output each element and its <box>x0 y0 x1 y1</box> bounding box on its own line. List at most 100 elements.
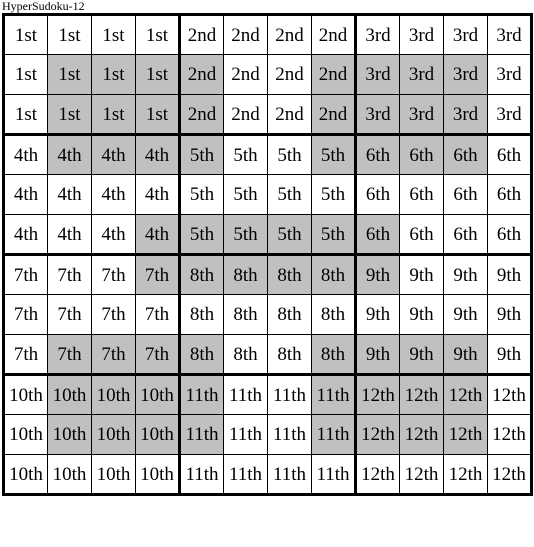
sudoku-cell[interactable]: 3rd <box>355 54 400 95</box>
sudoku-cell[interactable]: 5th <box>179 134 224 175</box>
sudoku-cell[interactable]: 6th <box>443 174 488 215</box>
sudoku-cell[interactable]: 8th <box>223 294 268 335</box>
sudoku-cell[interactable]: 9th <box>399 334 444 376</box>
sudoku-cell[interactable]: 3rd <box>487 13 533 55</box>
sudoku-cell[interactable]: 3rd <box>399 54 444 95</box>
sudoku-cell[interactable]: 3rd <box>487 94 533 136</box>
sudoku-cell[interactable]: 8th <box>179 334 224 376</box>
sudoku-cell[interactable]: 1st <box>91 13 136 55</box>
sudoku-cell[interactable]: 9th <box>487 334 533 376</box>
sudoku-cell[interactable]: 10th <box>135 414 181 455</box>
sudoku-cell[interactable]: 8th <box>311 294 357 335</box>
sudoku-cell[interactable]: 8th <box>311 334 357 376</box>
sudoku-cell[interactable]: 11th <box>311 374 357 415</box>
sudoku-cell[interactable]: 3rd <box>443 54 488 95</box>
sudoku-cell[interactable]: 2nd <box>179 13 224 55</box>
sudoku-cell[interactable]: 7th <box>135 294 181 335</box>
sudoku-cell[interactable]: 4th <box>2 214 48 256</box>
sudoku-cell[interactable]: 3rd <box>355 13 400 55</box>
sudoku-cell[interactable]: 12th <box>399 454 444 496</box>
sudoku-cell[interactable]: 5th <box>267 214 312 256</box>
sudoku-cell[interactable]: 2nd <box>179 54 224 95</box>
sudoku-cell[interactable]: 5th <box>179 214 224 256</box>
sudoku-cell[interactable]: 2nd <box>223 54 268 95</box>
sudoku-cell[interactable]: 1st <box>2 13 48 55</box>
sudoku-cell[interactable]: 2nd <box>311 94 357 136</box>
sudoku-cell[interactable]: 9th <box>355 254 400 295</box>
sudoku-cell[interactable]: 9th <box>443 294 488 335</box>
sudoku-cell[interactable]: 2nd <box>179 94 224 136</box>
sudoku-cell[interactable]: 7th <box>47 334 92 376</box>
sudoku-cell[interactable]: 4th <box>135 134 181 175</box>
sudoku-cell[interactable]: 2nd <box>311 13 357 55</box>
sudoku-cell[interactable]: 6th <box>443 134 488 175</box>
sudoku-cell[interactable]: 10th <box>47 414 92 455</box>
sudoku-cell[interactable]: 3rd <box>399 94 444 136</box>
sudoku-cell[interactable]: 2nd <box>223 94 268 136</box>
sudoku-cell[interactable]: 4th <box>135 174 181 215</box>
sudoku-cell[interactable]: 5th <box>179 174 224 215</box>
sudoku-cell[interactable]: 9th <box>399 254 444 295</box>
sudoku-cell[interactable]: 5th <box>223 214 268 256</box>
sudoku-cell[interactable]: 7th <box>2 254 48 295</box>
sudoku-cell[interactable]: 8th <box>267 294 312 335</box>
sudoku-cell[interactable]: 9th <box>399 294 444 335</box>
sudoku-cell[interactable]: 7th <box>2 334 48 376</box>
sudoku-cell[interactable]: 5th <box>311 174 357 215</box>
sudoku-cell[interactable]: 10th <box>2 454 48 496</box>
sudoku-cell[interactable]: 10th <box>135 374 181 415</box>
sudoku-cell[interactable]: 4th <box>2 134 48 175</box>
sudoku-cell[interactable]: 7th <box>2 294 48 335</box>
sudoku-cell[interactable]: 11th <box>223 374 268 415</box>
sudoku-cell[interactable]: 1st <box>47 13 92 55</box>
sudoku-cell[interactable]: 7th <box>47 254 92 295</box>
sudoku-cell[interactable]: 1st <box>91 54 136 95</box>
sudoku-cell[interactable]: 8th <box>223 334 268 376</box>
sudoku-cell[interactable]: 11th <box>223 454 268 496</box>
sudoku-cell[interactable]: 5th <box>311 134 357 175</box>
sudoku-cell[interactable]: 5th <box>223 134 268 175</box>
sudoku-cell[interactable]: 12th <box>399 414 444 455</box>
sudoku-cell[interactable]: 2nd <box>311 54 357 95</box>
sudoku-cell[interactable]: 2nd <box>267 94 312 136</box>
sudoku-cell[interactable]: 11th <box>179 414 224 455</box>
sudoku-cell[interactable]: 10th <box>91 414 136 455</box>
sudoku-cell[interactable]: 12th <box>487 454 533 496</box>
sudoku-cell[interactable]: 1st <box>135 54 181 95</box>
sudoku-cell[interactable]: 4th <box>47 174 92 215</box>
sudoku-cell[interactable]: 4th <box>91 174 136 215</box>
sudoku-cell[interactable]: 5th <box>223 174 268 215</box>
sudoku-cell[interactable]: 1st <box>2 54 48 95</box>
sudoku-cell[interactable]: 12th <box>355 414 400 455</box>
sudoku-cell[interactable]: 10th <box>2 414 48 455</box>
sudoku-cell[interactable]: 4th <box>135 214 181 256</box>
sudoku-cell[interactable]: 4th <box>47 214 92 256</box>
sudoku-cell[interactable]: 7th <box>135 334 181 376</box>
sudoku-cell[interactable]: 3rd <box>355 94 400 136</box>
sudoku-cell[interactable]: 7th <box>91 294 136 335</box>
sudoku-cell[interactable]: 11th <box>267 374 312 415</box>
sudoku-cell[interactable]: 4th <box>91 214 136 256</box>
sudoku-cell[interactable]: 8th <box>179 294 224 335</box>
sudoku-cell[interactable]: 1st <box>47 94 92 136</box>
sudoku-cell[interactable]: 10th <box>47 374 92 415</box>
sudoku-cell[interactable]: 2nd <box>267 54 312 95</box>
sudoku-cell[interactable]: 8th <box>311 254 357 295</box>
sudoku-cell[interactable]: 11th <box>311 454 357 496</box>
sudoku-cell[interactable]: 9th <box>355 334 400 376</box>
sudoku-cell[interactable]: 10th <box>47 454 92 496</box>
sudoku-cell[interactable]: 12th <box>487 414 533 455</box>
sudoku-cell[interactable]: 12th <box>443 414 488 455</box>
sudoku-cell[interactable]: 9th <box>443 334 488 376</box>
sudoku-cell[interactable]: 1st <box>2 94 48 136</box>
sudoku-cell[interactable]: 11th <box>223 414 268 455</box>
sudoku-cell[interactable]: 3rd <box>443 94 488 136</box>
sudoku-cell[interactable]: 6th <box>399 174 444 215</box>
sudoku-cell[interactable]: 7th <box>91 254 136 295</box>
sudoku-cell[interactable]: 6th <box>399 214 444 256</box>
sudoku-cell[interactable]: 2nd <box>267 13 312 55</box>
sudoku-cell[interactable]: 10th <box>91 454 136 496</box>
sudoku-cell[interactable]: 6th <box>355 174 400 215</box>
sudoku-cell[interactable]: 10th <box>2 374 48 415</box>
sudoku-cell[interactable]: 3rd <box>487 54 533 95</box>
